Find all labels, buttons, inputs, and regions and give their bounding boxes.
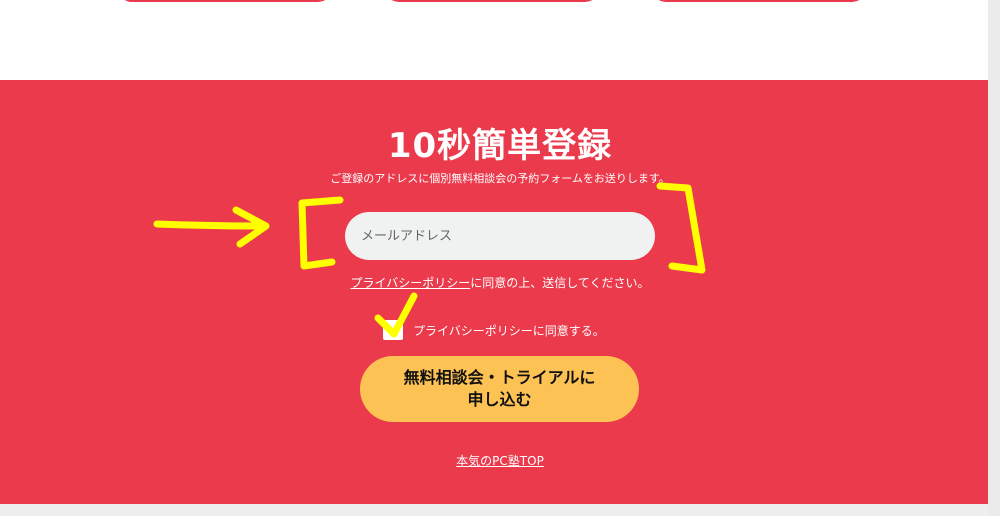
- top-strip: [0, 0, 1000, 80]
- apply-button-line2: 申し込む: [467, 390, 532, 409]
- scrollbar[interactable]: [988, 0, 1000, 516]
- apply-button[interactable]: 無料相談会・トライアルに 申し込む: [360, 356, 639, 422]
- signup-subtitle: ご登録のアドレスに個別無料相談会の予約フォームをお送りします。: [330, 172, 670, 185]
- consent-text: プライバシーポリシーに同意の上、送信してください。: [0, 274, 1000, 291]
- top-button-1[interactable]: [118, 0, 332, 2]
- consent-suffix: に同意の上、送信してください。: [470, 276, 650, 290]
- page-title: 10秒簡単登録: [387, 126, 613, 166]
- apply-button-line1: 無料相談会・トライアルに: [403, 368, 596, 387]
- consent-checkbox[interactable]: [383, 320, 403, 340]
- email-field[interactable]: [359, 227, 641, 245]
- privacy-policy-link[interactable]: プライバシーポリシー: [350, 276, 470, 290]
- consent-checkbox-label: プライバシーポリシーに同意する。: [413, 323, 605, 338]
- footer-strip: [0, 504, 1000, 516]
- pc-juku-top-link[interactable]: 本気のPC塾TOP: [456, 454, 544, 468]
- top-button-2[interactable]: [385, 0, 599, 2]
- top-link-container: 本気のPC塾TOP: [0, 452, 1000, 469]
- consent-checkbox-row[interactable]: プライバシーポリシーに同意する。: [383, 320, 605, 340]
- top-button-3[interactable]: [652, 0, 866, 2]
- email-field-wrapper[interactable]: [345, 212, 655, 260]
